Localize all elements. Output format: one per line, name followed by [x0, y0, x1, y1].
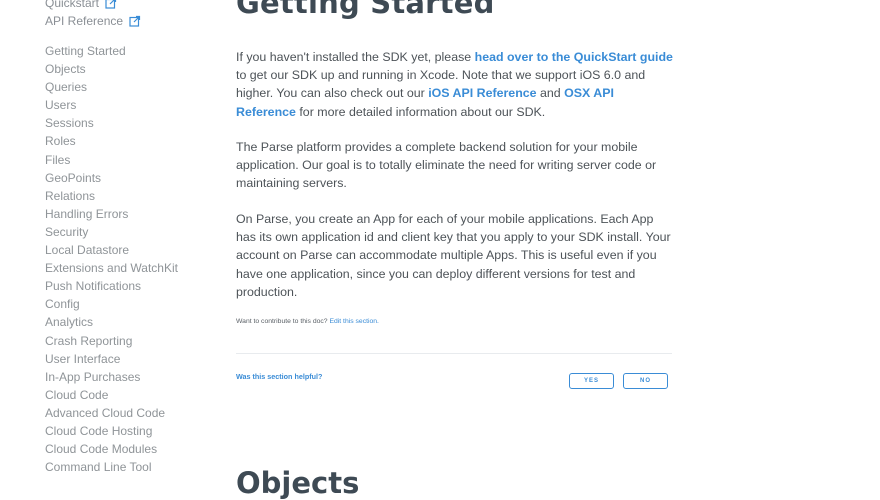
sidebar-item-extensions-and-watchkit[interactable]: Extensions and WatchKit [45, 259, 215, 277]
no-button[interactable]: NO [623, 373, 668, 389]
contribute-text: Want to contribute to this doc? [236, 318, 330, 325]
sidebar-item-relations[interactable]: Relations [45, 187, 215, 205]
sidebar-item-advanced-cloud-code[interactable]: Advanced Cloud Code [45, 404, 215, 422]
sidebar-item-getting-started[interactable]: Getting Started [45, 42, 215, 60]
quickstart-link[interactable]: Quickstart [45, 0, 215, 12]
sidebar-item-push-notifications[interactable]: Push Notifications [45, 277, 215, 295]
sidebar-item-config[interactable]: Config [45, 295, 215, 313]
sidebar-item-files[interactable]: Files [45, 151, 215, 169]
intro-text-1: If you haven't installed the SDK yet, pl… [236, 50, 475, 64]
sidebar-item-roles[interactable]: Roles [45, 132, 215, 150]
sidebar-item-geopoints[interactable]: GeoPoints [45, 169, 215, 187]
quickstart-guide-link[interactable]: head over to the QuickStart guide [475, 50, 673, 64]
sidebar-item-cloud-code[interactable]: Cloud Code [45, 386, 215, 404]
sidebar-item-sessions[interactable]: Sessions [45, 114, 215, 132]
sidebar-item-cloud-code-modules[interactable]: Cloud Code Modules [45, 440, 215, 458]
sidebar-item-local-datastore[interactable]: Local Datastore [45, 241, 215, 259]
sidebar-link-label: API Reference [45, 14, 124, 28]
sidebar-item-users[interactable]: Users [45, 96, 215, 114]
external-link-icon [105, 0, 117, 9]
sidebar-item-cloud-code-hosting[interactable]: Cloud Code Hosting [45, 422, 215, 440]
edit-section-link[interactable]: Edit this section. [329, 318, 379, 325]
sidebar-item-crash-reporting[interactable]: Crash Reporting [45, 332, 215, 350]
sidebar-item-security[interactable]: Security [45, 223, 215, 241]
yes-button[interactable]: YES [569, 373, 614, 389]
sidebar-link-label: Quickstart [45, 0, 100, 10]
sidebar-item-queries[interactable]: Queries [45, 78, 215, 96]
sidebar-item-user-interface[interactable]: User Interface [45, 350, 215, 368]
intro-paragraph: If you haven't installed the SDK yet, pl… [236, 48, 676, 121]
apps-paragraph: On Parse, you create an App for each of … [236, 212, 671, 299]
sidebar: Quickstart API Reference Getting Started O… [45, 0, 215, 476]
sidebar-item-handling-errors[interactable]: Handling Errors [45, 205, 215, 223]
next-section-heading: Objects [236, 466, 360, 500]
sidebar-item-objects[interactable]: Objects [45, 60, 215, 78]
intro-text-4: for more detailed information about our … [295, 104, 546, 119]
page-title: Getting Started [236, 0, 495, 20]
divider [236, 353, 672, 354]
contribute-note: Want to contribute to this doc? Edit thi… [236, 318, 379, 325]
sidebar-item-analytics[interactable]: Analytics [45, 313, 215, 331]
ios-api-reference-link[interactable]: iOS API Reference [428, 86, 536, 100]
api-reference-link[interactable]: API Reference [45, 12, 215, 30]
intro-text-3: and [536, 86, 565, 101]
platform-paragraph: The Parse platform provides a complete b… [236, 140, 657, 191]
sidebar-item-command-line-tool[interactable]: Command Line Tool [45, 458, 215, 476]
external-link-icon [129, 15, 141, 27]
helpful-question: Was this section helpful? [236, 372, 323, 381]
sidebar-item-in-app-purchases[interactable]: In-App Purchases [45, 368, 215, 386]
